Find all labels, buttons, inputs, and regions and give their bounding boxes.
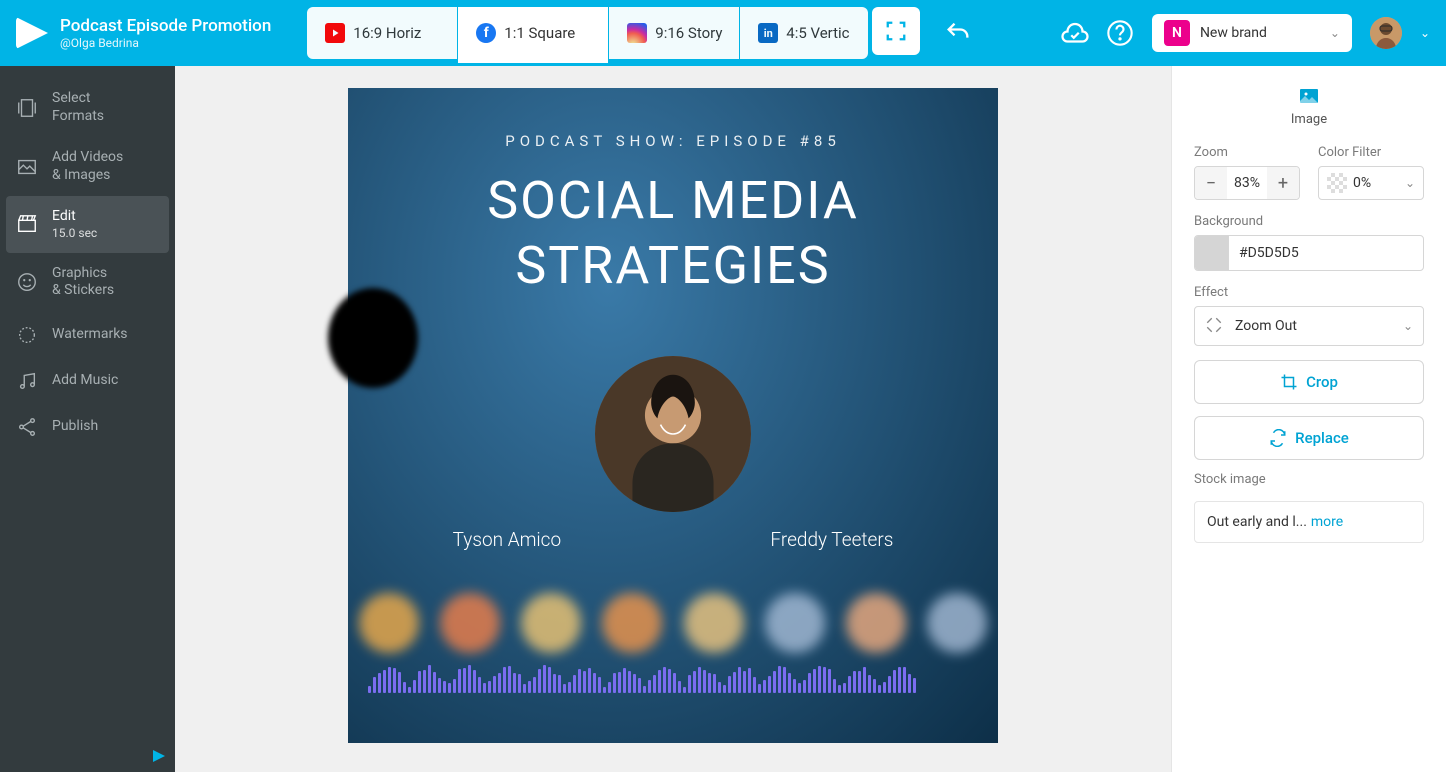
sidebar: SelectFormats Add Videos& Images Edit15.…: [0, 66, 175, 772]
chevron-down-icon: ⌄: [1330, 26, 1340, 40]
zoom-stepper: − 83% +: [1194, 166, 1300, 200]
tab-label: 9:16 Story: [655, 24, 722, 42]
bg-value: #D5D5D5: [1229, 245, 1309, 261]
crop-button-label: Crop: [1306, 373, 1338, 391]
filter-label: Color Filter: [1318, 145, 1424, 160]
instagram-icon: [627, 23, 647, 43]
fullscreen-button[interactable]: [872, 7, 920, 55]
background-label: Background: [1194, 214, 1424, 229]
clapperboard-icon: [16, 213, 38, 235]
music-icon: [16, 370, 38, 392]
top-right-actions: N New brand ⌄ ⌄: [1060, 14, 1430, 52]
chevron-down-icon: ⌄: [1405, 176, 1415, 190]
formats-icon: [16, 97, 38, 119]
project-title: Podcast Episode Promotion: [60, 16, 271, 36]
tab-16-9[interactable]: 16:9 Horiz: [307, 7, 457, 59]
sidebar-label: Watermarks: [52, 326, 128, 344]
effect-value: Zoom Out: [1235, 318, 1393, 334]
sidebar-item-watermarks[interactable]: Watermarks: [0, 312, 175, 358]
linkedin-icon: in: [758, 23, 778, 43]
facebook-icon: f: [476, 23, 496, 43]
sidebar-item-formats[interactable]: SelectFormats: [0, 78, 175, 137]
audio-waveform: [368, 663, 978, 693]
tab-label: 4:5 Vertic: [786, 24, 849, 42]
sidebar-item-media[interactable]: Add Videos& Images: [0, 137, 175, 196]
mini-play-icon[interactable]: [153, 750, 165, 762]
tab-9-16[interactable]: 9:16 Story: [609, 7, 739, 59]
bg-swatch: [1195, 236, 1229, 270]
user-menu-chevron-icon[interactable]: ⌄: [1420, 26, 1430, 40]
guest1-name[interactable]: Tyson Amico: [453, 528, 562, 551]
effect-label: Effect: [1194, 285, 1424, 300]
project-title-block: Podcast Episode Promotion @Olga Bedrina: [60, 16, 271, 50]
stock-more-link[interactable]: more: [1311, 514, 1343, 530]
zoom-label: Zoom: [1194, 145, 1300, 160]
zoom-decrement-button[interactable]: −: [1195, 167, 1227, 199]
sidebar-item-edit[interactable]: Edit15.0 sec: [6, 196, 169, 253]
canvas-eyebrow[interactable]: PODCAST SHOW: EPISODE #85: [348, 132, 998, 150]
guest-photo[interactable]: [595, 356, 751, 512]
top-bar: Podcast Episode Promotion @Olga Bedrina …: [0, 0, 1446, 66]
brand-badge: N: [1164, 20, 1190, 46]
brand-name: New brand: [1200, 25, 1320, 41]
app-logo-icon[interactable]: [16, 17, 48, 49]
replace-button[interactable]: Replace: [1194, 416, 1424, 460]
sidebar-label: Add Videos: [52, 149, 123, 167]
media-icon: [16, 156, 38, 178]
guest-names: Tyson Amico Freddy Teeters: [348, 528, 998, 551]
effect-select[interactable]: Zoom Out ⌄: [1194, 306, 1424, 346]
panel-header: Image: [1194, 84, 1424, 127]
youtube-icon: [325, 23, 345, 43]
project-author: @Olga Bedrina: [60, 36, 271, 50]
share-icon: [16, 416, 38, 438]
preview-canvas[interactable]: PODCAST SHOW: EPISODE #85 SOCIAL MEDIAST…: [348, 88, 998, 743]
smiley-icon: [16, 271, 38, 293]
color-filter-select[interactable]: 0% ⌄: [1318, 166, 1424, 200]
cloud-sync-icon[interactable]: [1060, 19, 1088, 47]
undo-button[interactable]: [944, 19, 972, 47]
chevron-down-icon: ⌄: [1403, 319, 1413, 333]
sidebar-item-graphics[interactable]: Graphics& Stickers: [0, 253, 175, 312]
sidebar-sublabel: 15.0 sec: [52, 226, 97, 241]
sidebar-sublabel: & Stickers: [52, 282, 114, 300]
sidebar-label: Graphics: [52, 265, 114, 283]
tab-label: 1:1 Square: [504, 24, 575, 42]
gear-icon: [16, 324, 38, 346]
background-color-input[interactable]: #D5D5D5: [1194, 235, 1424, 271]
zoom-increment-button[interactable]: +: [1267, 167, 1299, 199]
panel-title: Image: [1194, 112, 1424, 127]
zoom-value[interactable]: 83%: [1227, 167, 1267, 199]
zoom-out-icon: [1205, 316, 1225, 336]
sidebar-label: Select: [52, 90, 104, 108]
sidebar-item-publish[interactable]: Publish: [0, 404, 175, 450]
sidebar-label: Add Music: [52, 372, 118, 390]
brand-selector[interactable]: N New brand ⌄: [1152, 14, 1352, 52]
sidebar-label: Edit: [52, 208, 97, 226]
tab-label: 16:9 Horiz: [353, 24, 421, 42]
stock-description: Out early and l...: [1207, 514, 1307, 530]
crop-button[interactable]: Crop: [1194, 360, 1424, 404]
canvas-area[interactable]: PODCAST SHOW: EPISODE #85 SOCIAL MEDIAST…: [175, 66, 1171, 772]
sidebar-sublabel: & Images: [52, 167, 123, 185]
stock-image-label: Stock image: [1194, 472, 1424, 487]
tab-1-1[interactable]: f 1:1 Square: [458, 7, 608, 59]
canvas-headline[interactable]: SOCIAL MEDIASTRATEGIES: [348, 168, 998, 298]
sidebar-item-music[interactable]: Add Music: [0, 358, 175, 404]
help-icon[interactable]: [1106, 19, 1134, 47]
image-icon: [1297, 84, 1321, 108]
sidebar-label: Publish: [52, 418, 98, 436]
transparent-swatch-icon: [1327, 173, 1347, 193]
properties-panel: Image Zoom − 83% + Color Filter 0% ⌄: [1171, 66, 1446, 772]
guest2-name[interactable]: Freddy Teeters: [770, 528, 893, 551]
user-avatar[interactable]: [1370, 17, 1402, 49]
replace-button-label: Replace: [1295, 429, 1349, 447]
tab-4-5[interactable]: in 4:5 Vertic: [740, 7, 868, 59]
filter-value: 0%: [1353, 175, 1399, 191]
stock-image-info: Out early and l... more: [1194, 501, 1424, 543]
format-tabs: 16:9 Horiz f 1:1 Square 9:16 Story in 4:…: [307, 7, 920, 59]
sidebar-sublabel: Formats: [52, 108, 104, 126]
